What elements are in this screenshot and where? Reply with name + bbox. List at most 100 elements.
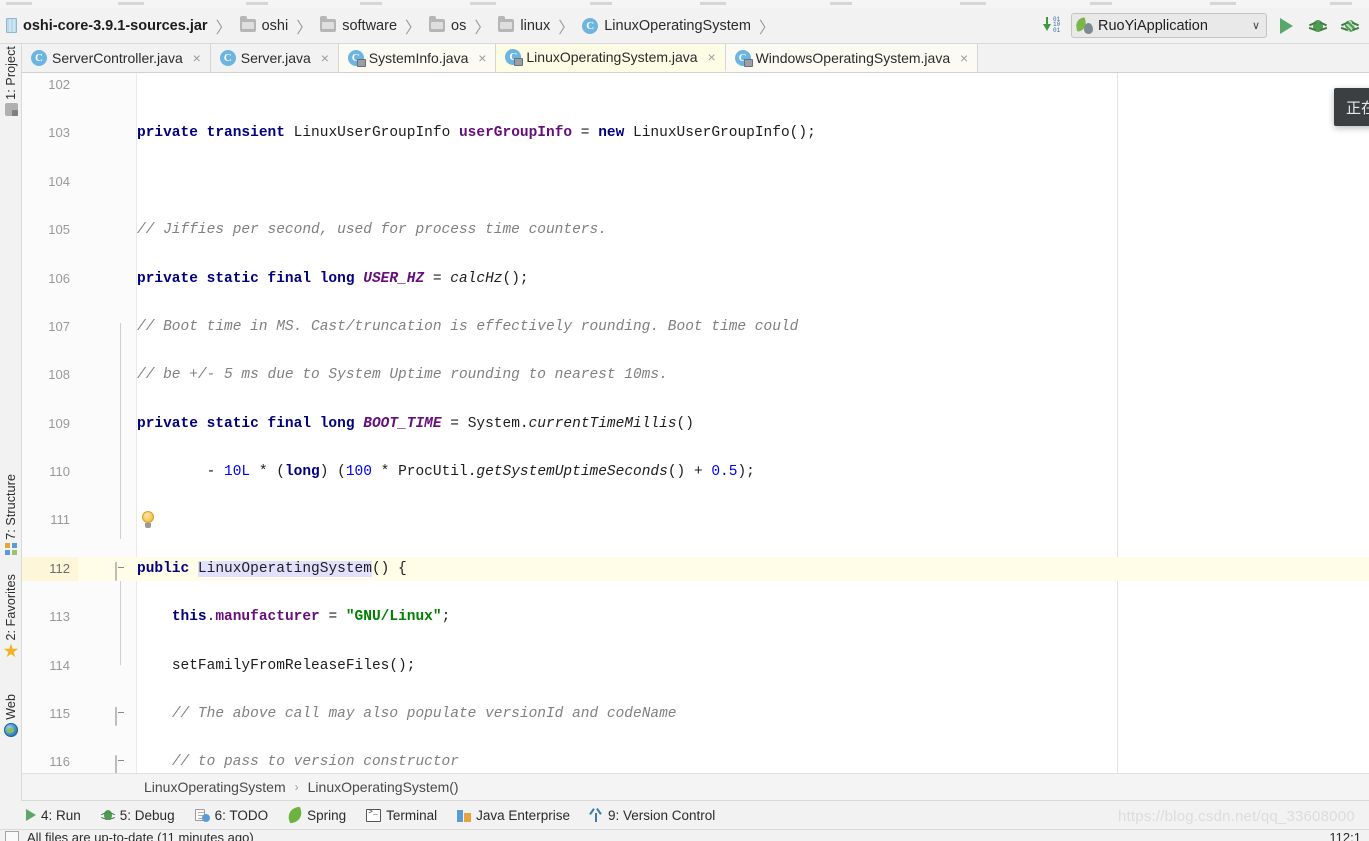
tool-button-label: Spring [307, 807, 347, 823]
line-number: 102 [48, 77, 70, 92]
editor-tab-bar: C ServerController.java × C Server.java … [22, 44, 1369, 73]
breadcrumb-separator: 〉 [215, 19, 232, 37]
line-content: this.manufacturer = "GNU/Linux"; [171, 609, 451, 626]
sidebar-item-structure[interactable]: 7: Structure [0, 474, 22, 559]
java-enterprise-icon [457, 808, 472, 822]
code-line[interactable]: 102 [22, 73, 1369, 97]
close-icon[interactable]: × [191, 51, 203, 65]
run-icon [1279, 17, 1293, 34]
update-button[interactable]: 01 10 01 [1039, 13, 1065, 39]
debug-button[interactable] [1305, 13, 1331, 39]
tool-button-run[interactable]: 4: Run [26, 808, 81, 823]
code-line-current[interactable]: 112 public LinuxOperatingSystem() { [22, 556, 1369, 582]
sidebar-item-favorites[interactable]: 2: Favorites [0, 574, 22, 662]
status-message: All files are up-to-date (11 minutes ago… [27, 830, 254, 841]
tab-windows-operating-system[interactable]: C WindowsOperatingSystem.java × [725, 44, 979, 72]
tab-label: LinuxOperatingSystem.java [526, 49, 698, 65]
breadcrumb-separator: 〉 [758, 19, 775, 37]
run-icon [26, 809, 36, 821]
line-content: private static final long BOOT_TIME = Sy… [137, 415, 694, 432]
class-locked-icon: C [734, 50, 753, 67]
code-line[interactable]: 103 private transient LinuxUserGroupInfo… [22, 121, 1369, 145]
code-line[interactable]: 105 // Jiffies per second, used for proc… [22, 218, 1369, 242]
line-number: 106 [48, 270, 70, 286]
code-line[interactable]: 113 this.manufacturer = "GNU/Linux"; [22, 605, 1369, 629]
code-line[interactable]: 114 setFamilyFromReleaseFiles(); [22, 654, 1369, 678]
line-number: 111 [50, 512, 70, 528]
line-content: // be +/- 5 ms due to System Uptime roun… [137, 367, 668, 384]
breadcrumb-item-class[interactable]: C LinuxOperatingSystem [582, 8, 751, 44]
tab-linux-operating-system[interactable]: C LinuxOperatingSystem.java × [496, 44, 726, 72]
tool-button-terminal[interactable]: Terminal [366, 808, 437, 823]
line-content: setFamilyFromReleaseFiles(); [171, 657, 416, 674]
tool-button-todo[interactable]: 6: TODO [194, 807, 269, 823]
code-editor[interactable]: 102 103 private transient LinuxUserGroup… [22, 73, 1369, 773]
folder-icon [239, 16, 256, 32]
breadcrumb-class[interactable]: LinuxOperatingSystem [144, 779, 286, 795]
chevron-down-icon: ∨ [1251, 20, 1260, 32]
tool-button-java-enterprise[interactable]: Java Enterprise [457, 808, 570, 823]
bottom-tool-window-bar: 4: Run 5: Debug 6: TODO Spring Terminal [0, 801, 1369, 829]
code-line[interactable]: 108 // be +/- 5 ms due to System Uptime … [22, 363, 1369, 387]
folder-icon [429, 16, 446, 32]
tool-button-spring[interactable]: Spring [286, 806, 347, 824]
intention-bulb-icon[interactable] [139, 511, 157, 530]
close-icon[interactable]: × [706, 50, 718, 64]
update-arrow-icon: 01 10 01 [1042, 16, 1062, 35]
sidebar-item-project[interactable]: 1: Project [0, 46, 22, 119]
code-line[interactable]: 107 // Boot time in MS. Cast/truncation … [22, 315, 1369, 339]
breadcrumb-item-os[interactable]: os [429, 8, 466, 44]
breadcrumb-item-linux[interactable]: linux [498, 8, 550, 44]
line-number: 108 [48, 367, 70, 383]
breadcrumb-item-oshi[interactable]: oshi [239, 8, 289, 44]
breadcrumb-separator: 〉 [474, 19, 491, 37]
close-icon[interactable]: × [319, 51, 331, 65]
line-number: 113 [49, 609, 70, 625]
breadcrumb-item-jar[interactable]: oshi-core-3.9.1-sources.jar [6, 8, 208, 44]
code-line[interactable]: 104 [22, 170, 1369, 194]
spring-boot-app-icon [1074, 17, 1093, 34]
code-line[interactable]: 116 // to pass to version constructor [22, 750, 1369, 773]
status-toggle-icon[interactable] [5, 831, 19, 841]
breadcrumb-item-software[interactable]: software [320, 8, 397, 44]
breadcrumb-arrow-icon: › [294, 780, 299, 794]
tab-label: SystemInfo.java [368, 50, 469, 66]
code-line[interactable]: 106 private static final long USER_HZ = … [22, 267, 1369, 291]
tool-button-label: Terminal [386, 807, 438, 823]
code-line[interactable]: 115 // The above call may also populate … [22, 702, 1369, 727]
tab-label: WindowsOperatingSystem.java [755, 50, 951, 66]
code-line[interactable]: 110 - 10L * (long) (100 * ProcUtil.getSy… [22, 460, 1369, 484]
tab-server[interactable]: C Server.java × [210, 44, 339, 72]
run-configuration-selector[interactable]: RuoYiApplication ∨ [1071, 13, 1267, 38]
ide-window: oshi-core-3.9.1-sources.jar 〉 oshi 〉 sof… [0, 0, 1369, 841]
tool-button-debug[interactable]: 5: Debug [100, 808, 175, 823]
line-content: private static final long USER_HZ = calc… [137, 270, 529, 287]
caret-position[interactable]: 112:1 [1329, 830, 1361, 841]
tab-system-info[interactable]: C SystemInfo.java × [338, 44, 497, 72]
tool-button-label: 9: Version Control [607, 807, 716, 823]
line-content: - 10L * (long) (100 * ProcUtil.getSystem… [137, 464, 755, 481]
coverage-button[interactable] [1337, 13, 1363, 39]
fold-toggle-icon[interactable] [115, 707, 127, 727]
close-icon[interactable]: × [958, 51, 970, 65]
close-icon[interactable]: × [476, 51, 488, 65]
code-line[interactable]: 111 [22, 508, 1369, 532]
run-button[interactable] [1273, 13, 1299, 39]
fold-toggle-icon[interactable] [115, 561, 127, 581]
line-content: private transient LinuxUserGroupInfo use… [137, 125, 816, 142]
sidebar-item-label: 2: Favorites [4, 574, 18, 641]
sidebar-item-label: Web [4, 694, 18, 720]
breadcrumb-label: oshi [261, 17, 289, 34]
tool-button-version-control[interactable]: 9: Version Control [589, 807, 716, 823]
tab-server-controller[interactable]: C ServerController.java × [22, 44, 211, 72]
sidebar-item-web[interactable]: Web [0, 694, 22, 740]
tab-label: ServerController.java [52, 50, 183, 66]
code-line[interactable]: 109 private static final long BOOT_TIME … [22, 412, 1369, 436]
fold-toggle-icon[interactable] [115, 755, 127, 773]
spring-icon [286, 806, 304, 824]
tool-button-label: 4: Run [41, 807, 81, 823]
breadcrumb-member[interactable]: LinuxOperatingSystem() [308, 779, 459, 795]
tool-button-label: 6: TODO [214, 807, 269, 823]
line-content: // Boot time in MS. Cast/truncation is e… [137, 318, 799, 335]
tab-label: Server.java [240, 50, 311, 66]
